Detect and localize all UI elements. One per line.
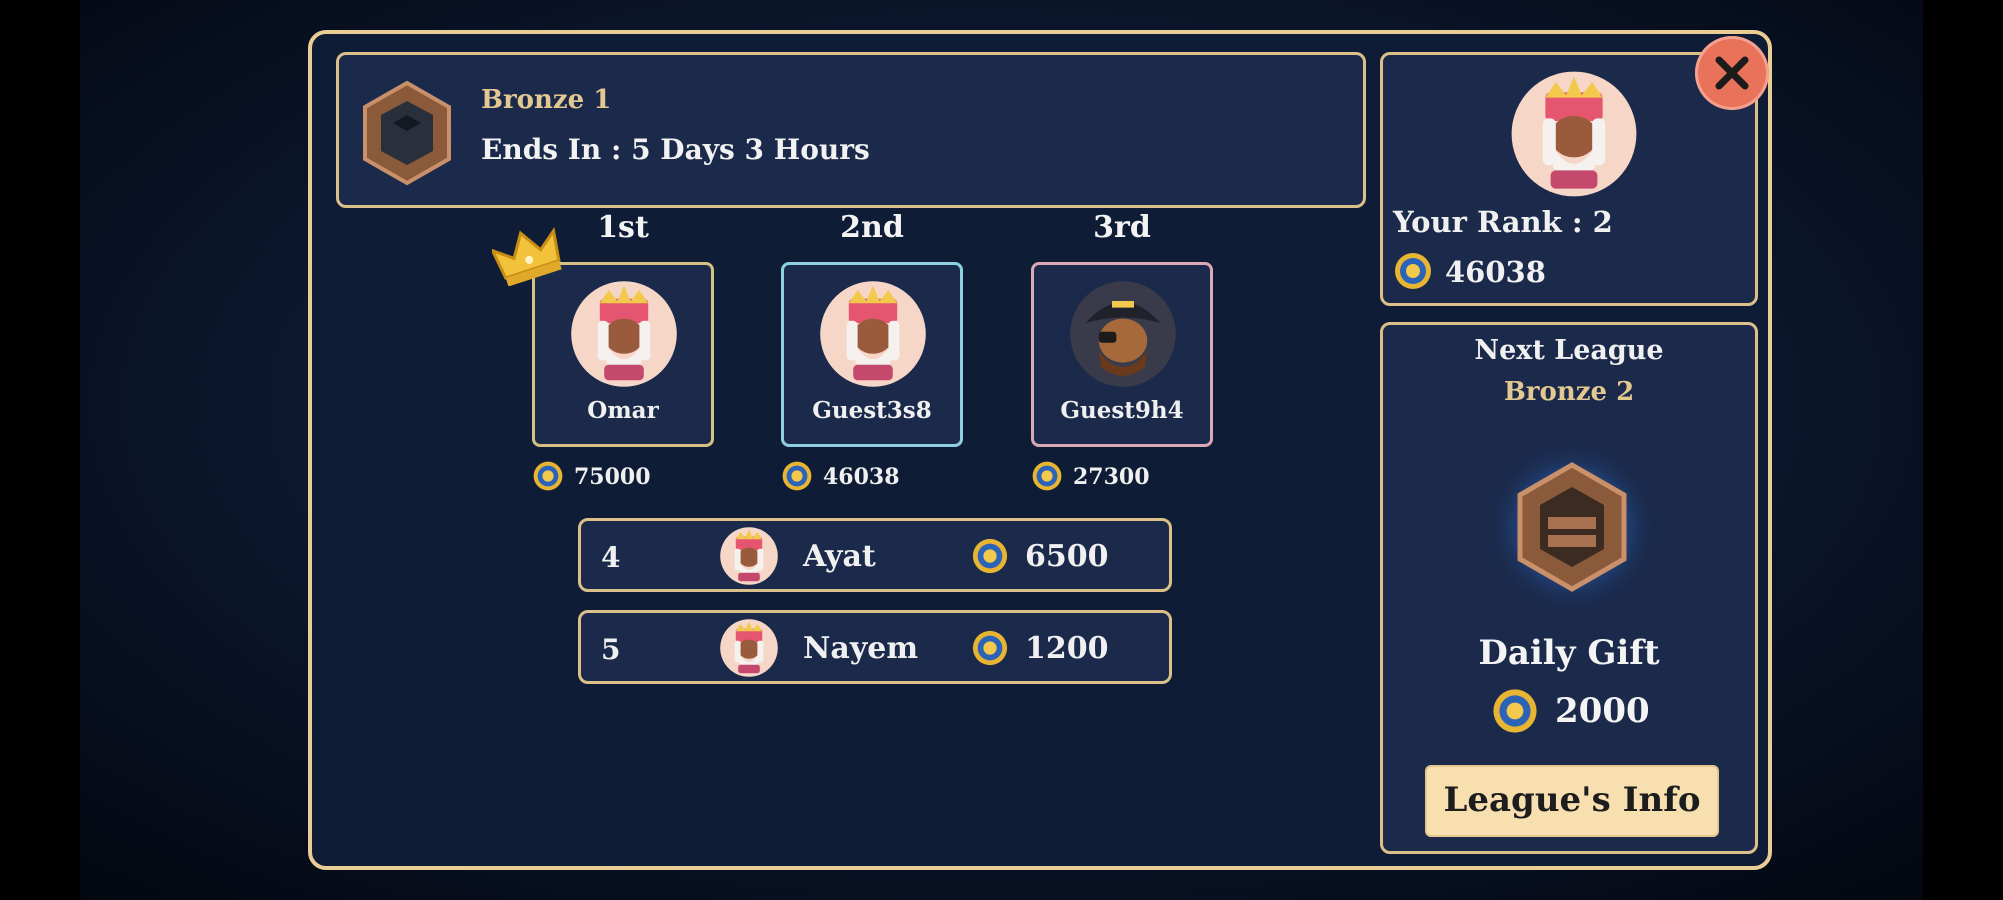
- podium-card-3rd[interactable]: Guest9h4: [1031, 262, 1213, 447]
- league-panel: Bronze 1 Ends In : 5 Days 3 Hours 1st 2n…: [308, 30, 1772, 870]
- pirate-avatar-icon: [1068, 279, 1178, 389]
- podium-name-1st: Omar: [587, 397, 659, 424]
- king-avatar-icon: [719, 618, 779, 678]
- league-info-button[interactable]: League's Info: [1425, 765, 1719, 837]
- bronze-league-badge-icon: [355, 80, 459, 186]
- next-league-box: Next League Bronze 2 Daily Gift 2000 Lea…: [1380, 322, 1758, 854]
- king-avatar-icon: [818, 279, 928, 389]
- row-score: 1200: [1025, 631, 1109, 666]
- coin-icon: [532, 460, 564, 492]
- coin-icon: [971, 629, 1009, 667]
- row-rank: 4: [601, 541, 621, 574]
- podium-card-2nd[interactable]: Guest3s8: [781, 262, 963, 447]
- coin-icon: [1491, 687, 1539, 735]
- row-rank: 5: [601, 633, 621, 666]
- crown-icon: [492, 227, 562, 286]
- podium-card-1st[interactable]: Omar: [532, 262, 714, 447]
- coin-icon: [781, 460, 813, 492]
- league-header: Bronze 1 Ends In : 5 Days 3 Hours: [336, 52, 1366, 208]
- league-name: Bronze 1: [481, 85, 612, 115]
- leaderboard-row[interactable]: 5 Nayem 1200: [578, 610, 1172, 684]
- next-league-title: Next League: [1474, 335, 1664, 366]
- podium-score-2nd: 46038: [823, 464, 900, 490]
- podium-name-3rd: Guest9h4: [1060, 397, 1184, 424]
- king-avatar-icon: [1509, 69, 1639, 199]
- your-rank-label: Your Rank : 2: [1393, 205, 1613, 239]
- next-league-name: Bronze 2: [1503, 377, 1635, 407]
- king-avatar-icon: [569, 279, 679, 389]
- game-screen: Bronze 1 Ends In : 5 Days 3 Hours 1st 2n…: [0, 0, 2003, 900]
- place-label-3rd: 3rd: [1093, 210, 1151, 245]
- bronze-league-badge-icon: [1484, 439, 1660, 615]
- coin-icon: [1393, 251, 1433, 291]
- podium-score-1st: 75000: [574, 464, 651, 490]
- right-letterbox: [1923, 0, 2003, 900]
- leaderboard-row[interactable]: 4 Ayat 6500: [578, 518, 1172, 592]
- coin-icon: [971, 537, 1009, 575]
- row-name: Ayat: [803, 539, 876, 574]
- place-label-2nd: 2nd: [840, 210, 904, 245]
- podium-score-3rd: 27300: [1073, 464, 1150, 490]
- king-avatar-icon: [719, 526, 779, 586]
- daily-gift-amount: 2000: [1555, 691, 1650, 731]
- league-ends-in: Ends In : 5 Days 3 Hours: [481, 133, 870, 166]
- close-button[interactable]: [1695, 36, 1769, 110]
- daily-gift-title: Daily Gift: [1478, 633, 1660, 673]
- row-name: Nayem: [803, 631, 919, 666]
- row-score: 6500: [1025, 539, 1109, 574]
- podium-name-2nd: Guest3s8: [812, 397, 932, 424]
- your-rank-score: 46038: [1445, 255, 1546, 289]
- close-icon: [1715, 56, 1749, 90]
- left-letterbox: [0, 0, 80, 900]
- coin-icon: [1031, 460, 1063, 492]
